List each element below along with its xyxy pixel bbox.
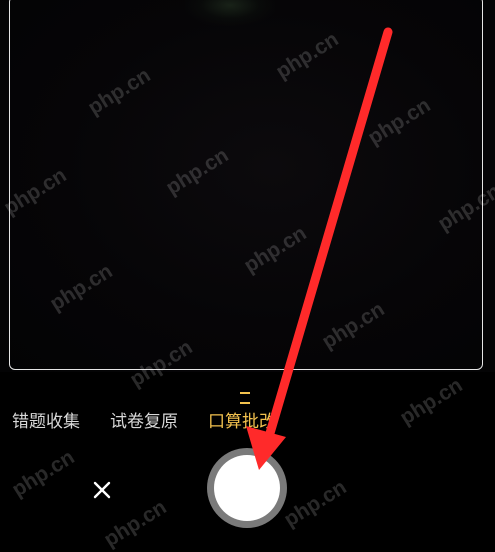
active-mode-indicator <box>240 392 250 404</box>
mode-selector: 错题收集 试卷复原 口算批改 <box>0 408 495 436</box>
close-icon <box>93 481 111 499</box>
mode-tab-wrong-question-collection[interactable]: 错题收集 <box>12 408 80 436</box>
mode-tab-mental-math-check[interactable]: 口算批改 <box>208 408 276 436</box>
close-button[interactable] <box>86 474 118 506</box>
shutter-inner-circle <box>214 455 280 521</box>
scan-frame <box>9 0 483 370</box>
shutter-button[interactable] <box>207 448 287 528</box>
mode-tab-exam-paper-restore[interactable]: 试卷复原 <box>110 408 178 436</box>
